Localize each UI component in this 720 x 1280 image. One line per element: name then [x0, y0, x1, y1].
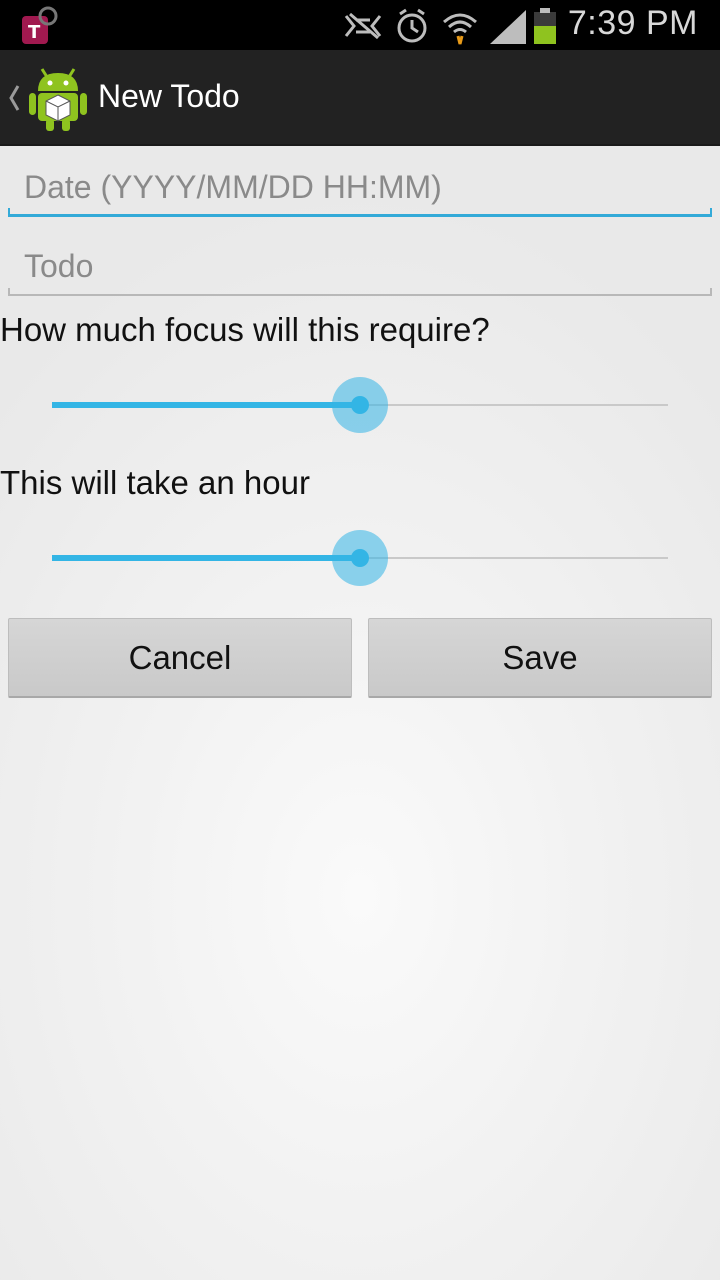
action-bar: New Todo	[0, 50, 720, 146]
cancel-button[interactable]: Cancel	[8, 618, 352, 698]
status-icons	[344, 8, 556, 45]
focus-slider[interactable]	[52, 375, 668, 435]
date-field[interactable]	[8, 157, 712, 217]
battery-icon	[534, 8, 556, 44]
date-field-underline	[8, 214, 712, 217]
save-button[interactable]: Save	[368, 618, 712, 698]
clock: 7:39 PM	[567, 4, 698, 42]
page-title: New Todo	[98, 78, 240, 114]
todo-field[interactable]	[8, 236, 712, 296]
date-input[interactable]	[8, 157, 712, 217]
todo-field-underline	[8, 294, 712, 296]
todo-input[interactable]	[8, 236, 712, 296]
duration-label: This will take an hour	[0, 464, 310, 501]
status-bar: T 7:39 PM	[0, 0, 720, 50]
duration-slider-thumb[interactable]	[351, 549, 369, 567]
focus-slider-fill	[52, 402, 360, 408]
android-icon[interactable]	[28, 63, 88, 131]
carrier-icon: T	[22, 6, 58, 44]
todo-field-tick-right	[710, 288, 712, 296]
alarm-icon	[397, 8, 427, 43]
todo-field-tick-left	[8, 288, 10, 296]
duration-slider[interactable]	[52, 528, 668, 588]
focus-label: How much focus will this require?	[0, 311, 490, 348]
date-field-tick-right	[710, 208, 712, 217]
duration-slider-fill	[52, 555, 360, 561]
chevron-left-icon[interactable]	[7, 83, 21, 113]
focus-slider-thumb[interactable]	[351, 396, 369, 414]
wifi-icon	[443, 13, 477, 45]
no-sync-icon	[344, 12, 382, 40]
svg-text:T: T	[28, 22, 41, 43]
signal-icon	[490, 10, 526, 44]
date-field-tick-left	[8, 208, 10, 217]
